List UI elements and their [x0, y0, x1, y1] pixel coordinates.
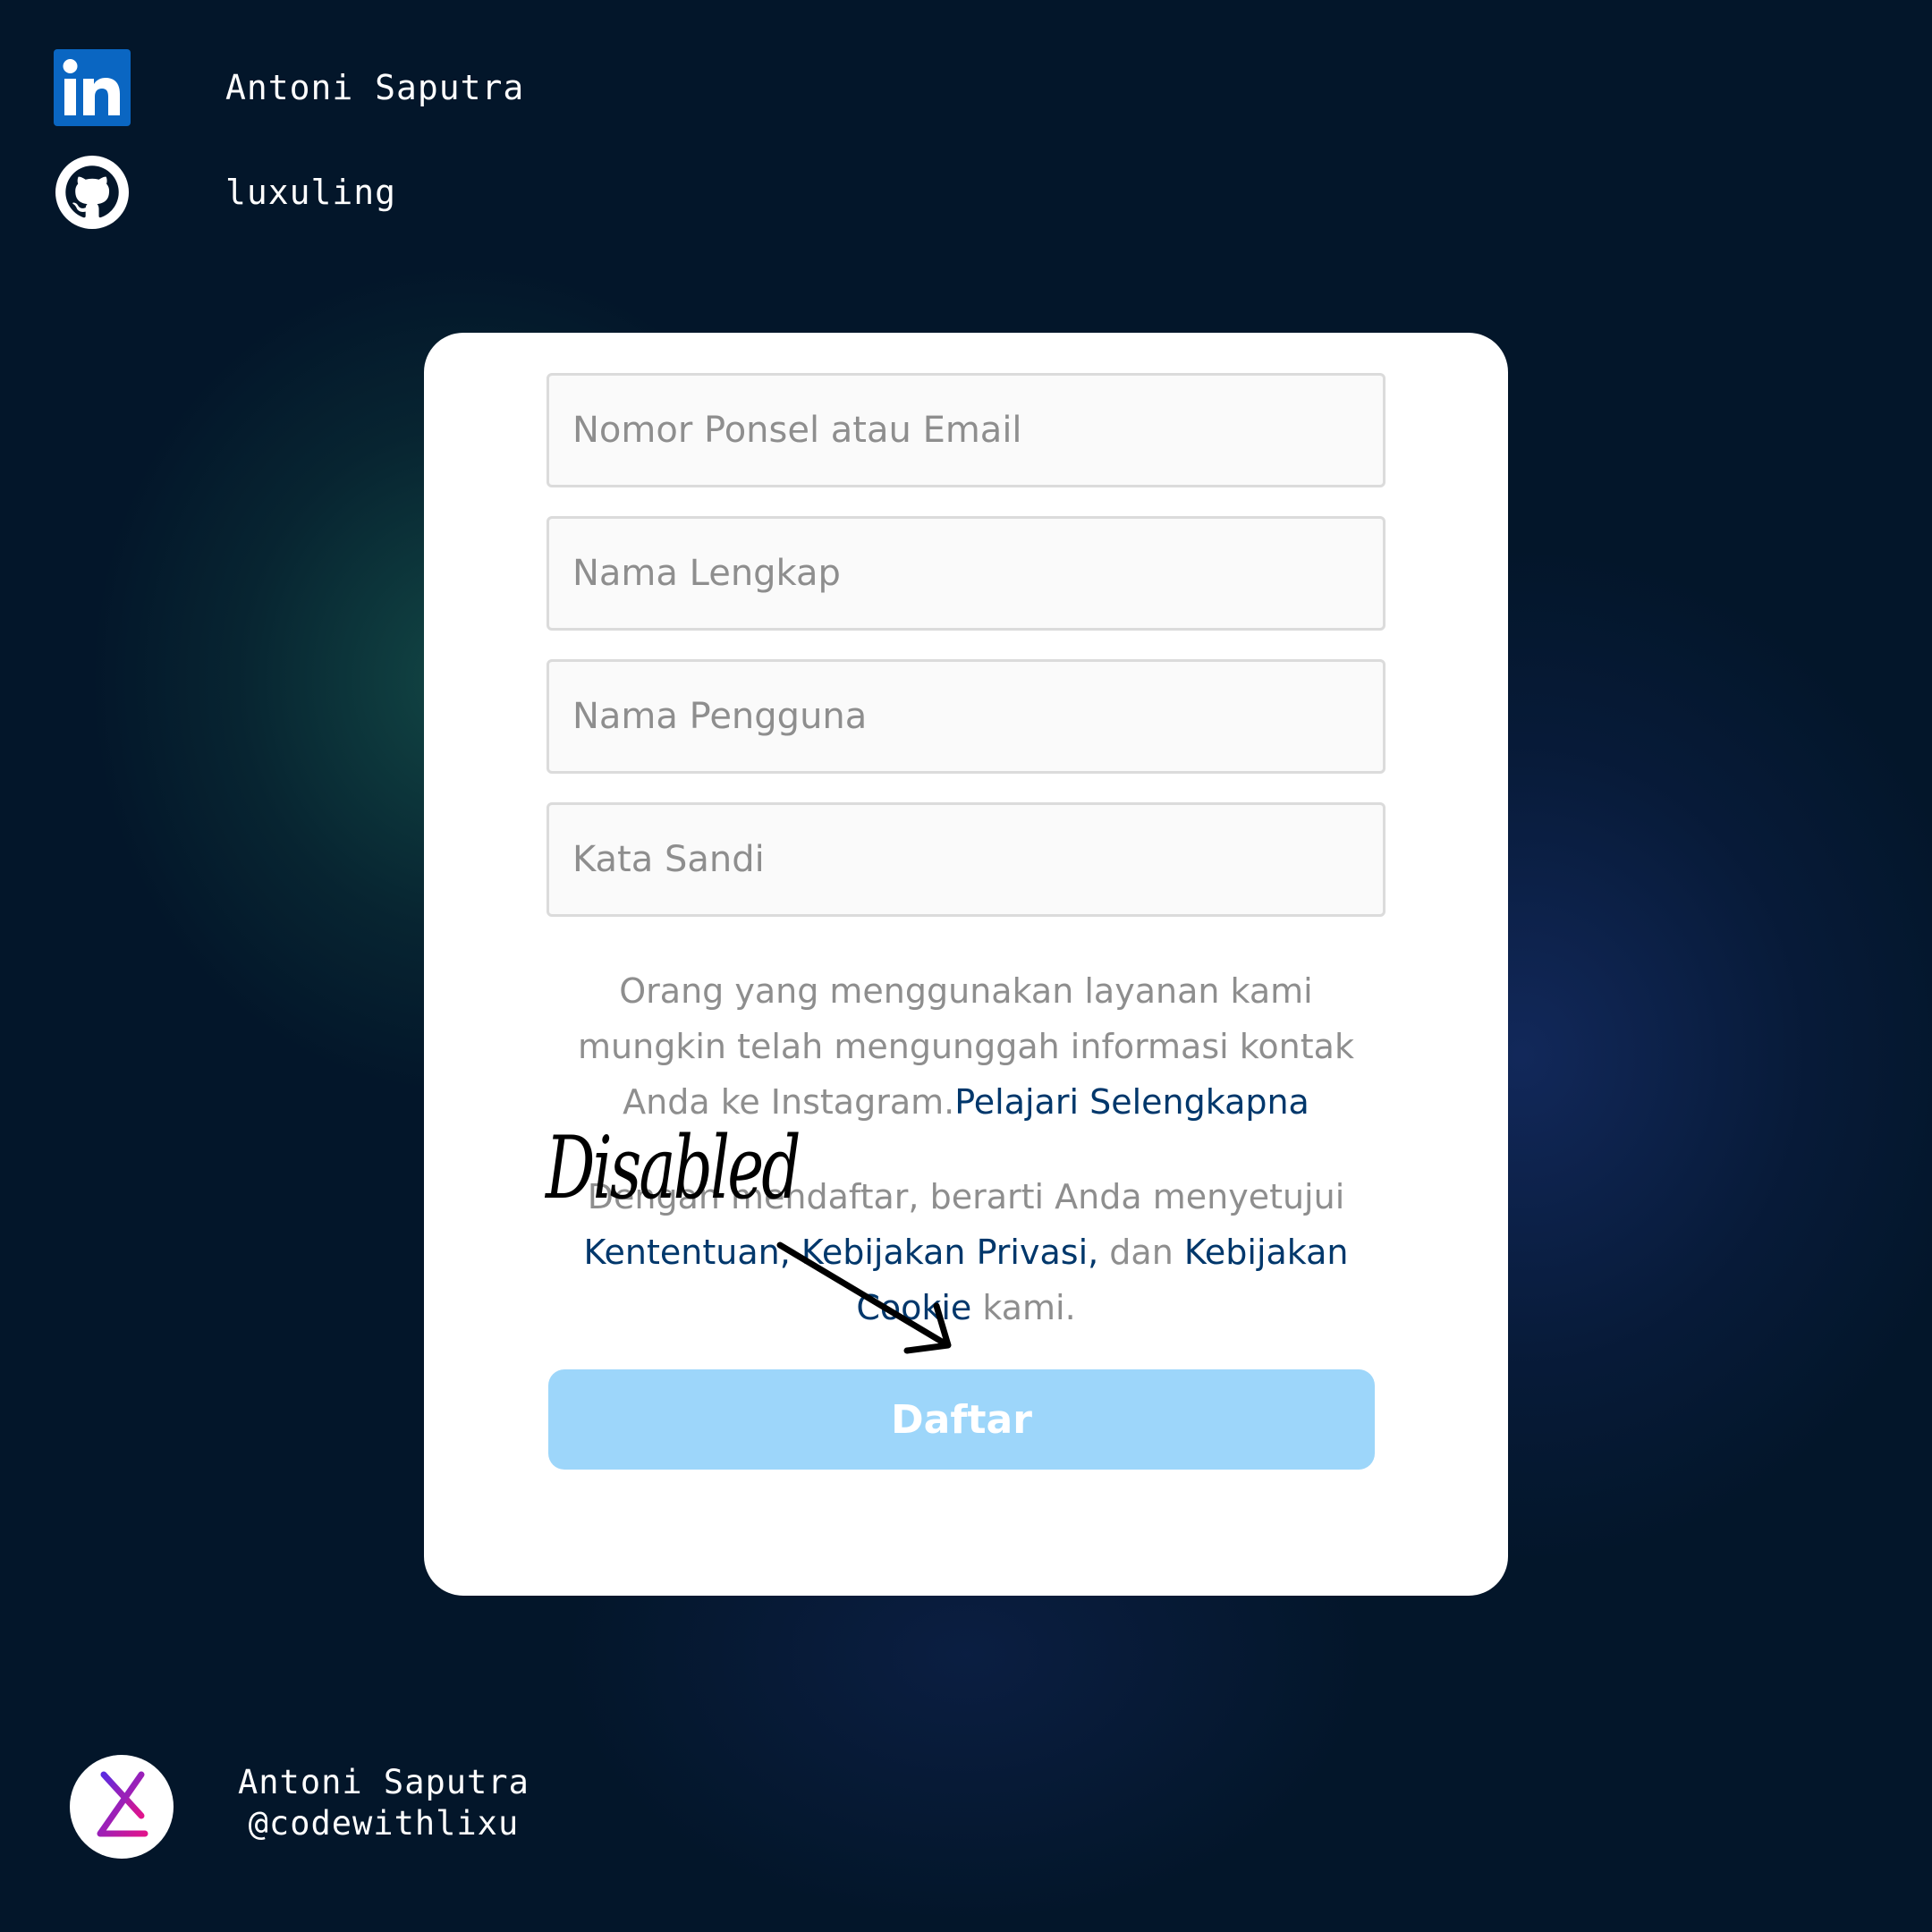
- footer-credit: Antoni Saputra @codewithlixu: [238, 1762, 530, 1844]
- learn-more-link[interactable]: Pelajari Selengkapna: [954, 1082, 1309, 1122]
- logo-icon: [70, 1755, 174, 1859]
- password-input[interactable]: [547, 802, 1385, 917]
- linkedin-row[interactable]: Antoni Saputra: [54, 49, 524, 126]
- disabled-annotation: Disabled: [546, 1118, 801, 1218]
- signup-card: Orang yang menggunakan layanan kami mung…: [424, 333, 1508, 1596]
- terms-suffix: kami.: [971, 1288, 1076, 1327]
- footer-name: Antoni Saputra: [238, 1763, 530, 1801]
- username-input[interactable]: [547, 659, 1385, 774]
- phone-email-input[interactable]: [547, 373, 1385, 487]
- github-icon: [54, 154, 131, 231]
- arrow-icon: [769, 1234, 966, 1363]
- linkedin-icon: [54, 49, 131, 126]
- signup-submit-button[interactable]: Daftar: [548, 1369, 1375, 1470]
- github-row[interactable]: luxuling: [54, 154, 396, 231]
- github-username: luxuling: [225, 173, 397, 212]
- contact-upload-notice: Orang yang menggunakan layanan kami mung…: [547, 963, 1385, 1130]
- terms-middle: dan: [1098, 1233, 1184, 1272]
- full-name-input[interactable]: [547, 516, 1385, 631]
- footer-handle: @codewithlixu: [248, 1804, 520, 1843]
- linkedin-name: Antoni Saputra: [225, 68, 525, 107]
